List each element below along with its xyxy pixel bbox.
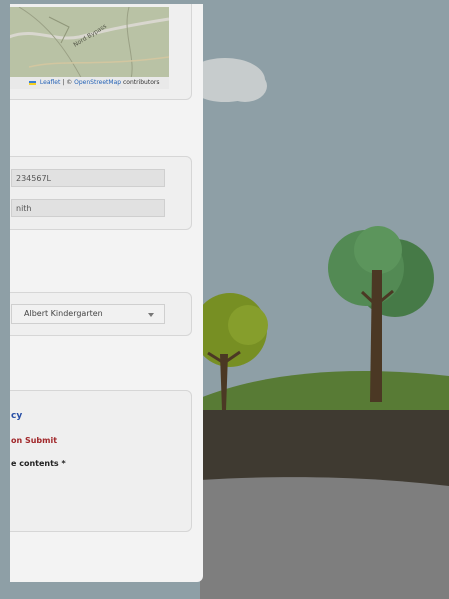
leaflet-link[interactable]: Leaflet (40, 79, 60, 86)
policy-link[interactable]: cy (11, 411, 22, 421)
ground (200, 477, 449, 599)
attribution-separator: | © (62, 79, 73, 86)
location-map[interactable]: Nord Bypass Leaflet | © OpenStreetMap co… (10, 7, 169, 89)
form-panel: Nord Bypass Leaflet | © OpenStreetMap co… (10, 4, 203, 582)
map-attribution: Leaflet | © OpenStreetMap contributors (10, 77, 169, 89)
openstreetmap-link[interactable]: OpenStreetMap (74, 79, 121, 86)
contents-label: e contents * (11, 459, 66, 468)
submit-warning: on Submit (11, 436, 58, 445)
message-card: cy on Submit e contents * (10, 390, 192, 532)
school-select[interactable]: Albert Kindergarten (11, 304, 165, 324)
attribution-contributors: contributors (122, 79, 160, 86)
identity-card: 234567L nith (10, 156, 192, 230)
id-number-field[interactable]: 234567L (11, 169, 165, 187)
name-field[interactable]: nith (11, 199, 165, 217)
chevron-down-icon (148, 313, 154, 317)
school-card: Albert Kindergarten (10, 292, 192, 336)
location-map-card: Nord Bypass Leaflet | © OpenStreetMap co… (10, 4, 192, 100)
school-select-value: Albert Kindergarten (24, 309, 103, 318)
ukraine-flag-icon (29, 80, 36, 85)
